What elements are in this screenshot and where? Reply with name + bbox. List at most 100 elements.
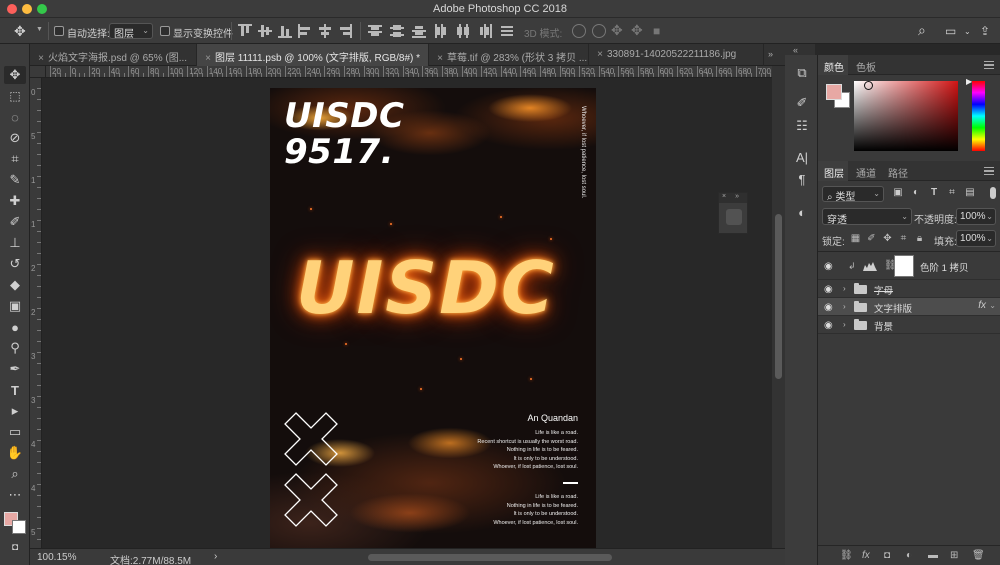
close-icon[interactable]: × [722, 193, 726, 200]
dodge-tool-icon[interactable]: ⚲ [4, 339, 26, 357]
blend-mode-select[interactable]: 穿透 ⌄ [822, 208, 912, 226]
path-selection-tool-icon[interactable]: ▸ [4, 402, 26, 420]
tab-document-active[interactable]: × 图层 11111.psb @ 100% (文字排版, RGB/8#) * [197, 44, 429, 66]
tab-document[interactable]: × 火焰文字海报.psd @ 65% (图... [30, 44, 197, 66]
close-icon[interactable]: × [593, 49, 607, 60]
chevron-right-icon[interactable]: › [843, 284, 846, 293]
brush-tool-icon[interactable]: ✐ [4, 213, 26, 231]
lock-image-icon[interactable]: ✐ [866, 233, 877, 244]
chevron-right-icon[interactable]: › [843, 302, 846, 311]
zoom-level[interactable]: 100.15% [37, 552, 76, 563]
auto-select-target-select[interactable]: 图层 ⌄ [109, 23, 153, 40]
eyedropper-tool-icon[interactable]: ✎ [4, 171, 26, 189]
align-right-icon[interactable] [338, 24, 352, 38]
shape-filter-icon[interactable]: ⌗ [946, 187, 958, 199]
document-info-menu-icon[interactable]: › [214, 551, 217, 562]
layer-row[interactable]: ◉ › 背景 [818, 316, 1000, 334]
visibility-eye-icon[interactable]: ◉ [824, 320, 836, 331]
gradient-tool-icon[interactable]: ▣ [4, 297, 26, 315]
distribute-horizontal-center-icon[interactable] [456, 24, 470, 38]
healing-brush-tool-icon[interactable]: ✚ [4, 192, 26, 210]
lock-all-icon[interactable]: 🔒︎ [914, 233, 925, 244]
color-picker-handle[interactable] [864, 81, 873, 90]
auto-select-checkbox[interactable] [54, 26, 64, 36]
more-tabs-icon[interactable]: » [768, 49, 773, 59]
distribute-right-icon[interactable] [478, 24, 492, 38]
tab-color[interactable]: 颜色 [824, 59, 844, 74]
move-tool-icon[interactable]: ✥ [14, 23, 26, 40]
layer-row[interactable]: ◉ › 字母 [818, 280, 1000, 298]
show-transform-checkbox[interactable] [160, 26, 170, 36]
add-mask-icon[interactable]: ◘ [884, 550, 890, 561]
collapse-icon[interactable]: » [735, 193, 739, 200]
ruler-origin[interactable] [30, 66, 46, 78]
horizontal-scroll-thumb[interactable] [368, 554, 612, 561]
delete-layer-icon[interactable]: 🗑︎ [972, 550, 985, 561]
new-layer-icon[interactable]: ⊞ [950, 550, 958, 561]
layer-row-selected[interactable]: ◉ › 文字排版 fx ⌄ [818, 298, 1000, 316]
3d-orbit-icon[interactable] [572, 24, 586, 38]
lasso-tool-icon[interactable]: ◌ [4, 108, 26, 126]
3d-pan-icon[interactable]: ✥ [611, 22, 623, 39]
filter-toggle[interactable] [990, 187, 996, 199]
pen-tool-icon[interactable]: ✒ [4, 360, 26, 378]
panel-foreground-swatch[interactable] [826, 84, 842, 100]
tab-document[interactable]: × 草莓.tif @ 283% (形状 3 拷贝 ... [429, 44, 589, 66]
visibility-eye-icon[interactable]: ◉ [824, 302, 836, 313]
close-icon[interactable]: × [201, 53, 215, 64]
opacity-field[interactable]: 100% ⌄ [956, 208, 996, 225]
quick-mask-icon[interactable]: ◘ [4, 538, 26, 556]
blur-tool-icon[interactable]: ● [4, 318, 26, 336]
align-bottom-icon[interactable] [278, 24, 292, 38]
auto-align-layers-icon[interactable] [500, 24, 514, 38]
rectangle-tool-icon[interactable]: ▭ [4, 423, 26, 441]
3d-slide-icon[interactable]: ✥ [631, 22, 643, 39]
tab-document[interactable]: × 330891-14020522211186.jpg [589, 44, 764, 66]
workspace-chevron-down-icon[interactable]: ⌄ [964, 27, 971, 36]
move-tool-icon[interactable]: ✥ [4, 66, 26, 84]
close-icon[interactable]: × [433, 53, 447, 64]
layer-effects-badge[interactable]: fx [978, 300, 986, 311]
type-tool-icon[interactable]: T [4, 381, 26, 399]
tab-channels[interactable]: 通道 [856, 165, 876, 180]
clone-stamp-tool-icon[interactable]: ⊥ [4, 234, 26, 252]
more-tools-icon[interactable]: ⋯ [4, 486, 26, 504]
type-filter-icon[interactable]: T [928, 187, 940, 199]
smart-object-filter-icon[interactable]: ▤ [964, 187, 976, 199]
floating-panel-header[interactable]: ×» [719, 193, 747, 203]
color-picker-field[interactable] [854, 81, 958, 151]
crop-tool-icon[interactable]: ⌗ [4, 150, 26, 168]
align-left-icon[interactable] [298, 24, 312, 38]
close-icon[interactable]: × [34, 53, 48, 64]
new-adjustment-layer-icon[interactable]: ◐ [906, 550, 912, 561]
adjustment-filter-icon[interactable]: ◐ [910, 187, 922, 199]
adjustments-panel-icon[interactable]: ◐ [794, 205, 810, 221]
poster-canvas[interactable]: UISDC 9517. Whoever, if lost patience, l… [270, 88, 596, 548]
vertical-scroll-thumb[interactable] [775, 214, 782, 379]
tab-paths[interactable]: 路径 [888, 165, 908, 180]
zoom-tool-icon[interactable]: ⌕ [4, 465, 26, 483]
distribute-bottom-icon[interactable] [412, 24, 426, 38]
lock-position-icon[interactable]: ✥ [882, 233, 893, 244]
share-icon[interactable]: ⇪ [980, 24, 990, 38]
brush-panel-icon[interactable]: ✐ [794, 95, 810, 111]
collapse-panels-icon[interactable]: « [793, 45, 798, 55]
lock-artboard-icon[interactable]: ⌗ [898, 233, 909, 244]
background-color-swatch[interactable] [12, 520, 26, 534]
layer-filter-kind-select[interactable]: ⌕ 类型 ⌄ [822, 186, 884, 203]
layer-row[interactable]: ◉ ↲ ⛓︎ 色阶 1 拷贝 [818, 252, 1000, 280]
search-icon[interactable]: ⌕ [918, 22, 926, 39]
hand-tool-icon[interactable]: ✋ [4, 444, 26, 462]
distribute-left-icon[interactable] [434, 24, 448, 38]
align-top-icon[interactable] [238, 24, 252, 38]
panel-menu-icon[interactable] [984, 61, 994, 69]
visibility-eye-icon[interactable]: ◉ [824, 261, 836, 272]
pixel-filter-icon[interactable]: ▣ [892, 187, 904, 199]
add-layer-style-icon[interactable]: fx [862, 550, 870, 561]
chevron-right-icon[interactable]: › [843, 320, 846, 329]
layer-mask-thumbnail[interactable] [894, 255, 914, 277]
visibility-eye-icon[interactable]: ◉ [824, 284, 836, 295]
link-layers-icon[interactable]: ⛓︎ [840, 550, 853, 561]
character-panel-icon[interactable]: A| [794, 150, 810, 166]
align-horizontal-center-icon[interactable] [318, 24, 332, 38]
